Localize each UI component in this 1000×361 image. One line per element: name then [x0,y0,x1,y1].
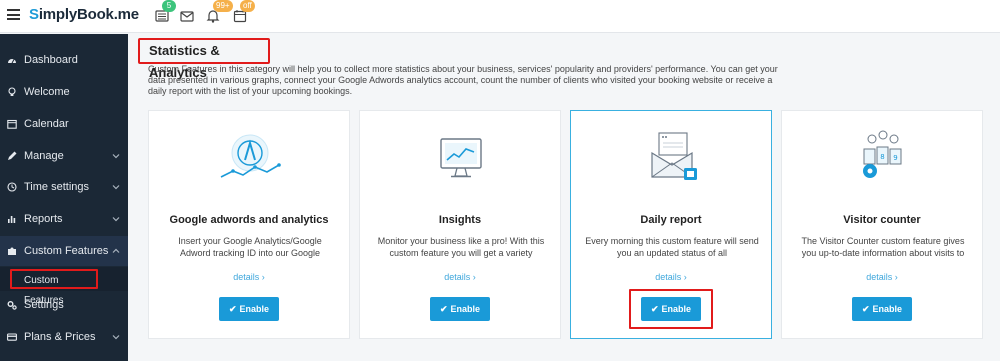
page-title: Statistics & Analytics [138,38,270,80]
svg-text:9: 9 [893,154,897,162]
gears-icon [7,300,17,310]
chevron-down-icon [112,333,120,341]
sidebar-item-dashboard[interactable]: Dashboard [0,45,128,75]
sidebar-item-label: Custom Features [24,245,109,257]
card-description: The Visitor Counter custom feature gives… [801,236,965,258]
details-link[interactable]: details › [571,272,771,282]
envelope-report-icon [637,129,707,187]
sidebar-item-plans-prices[interactable]: Plans & Prices [0,322,128,352]
svg-text:8: 8 [880,153,884,161]
feature-card-visitor-counter: 8 9 Visitor counter The Visitor Counter … [781,110,983,339]
visitor-counter-icon: 8 9 [848,129,918,187]
analytics-icon [215,129,285,187]
sidebar-item-custom-features[interactable]: Custom Features [0,236,128,266]
card-description: Every morning this custom feature will s… [585,236,759,258]
enable-button[interactable]: ✔ Enable [852,297,912,321]
sidebar-subitem-label[interactable]: Custom Features [10,269,98,306]
check-icon: ✔ [228,304,237,314]
puzzle-icon [7,246,17,256]
card-description: Insert your Google Analytics/Google Adwo… [178,236,322,258]
main-content: Statistics & Analytics Custom Features i… [128,34,1000,361]
calendar-icon [7,119,17,129]
card-title: Google adwords and analytics [169,214,329,226]
sidebar-item-reports[interactable]: Reports [0,204,128,234]
notification-badge: 99+ [213,0,233,12]
card-title: Daily report [640,214,702,226]
card-description: Monitor your business like a pro! With t… [377,236,545,258]
calendar-off-icon[interactable]: off [232,0,255,24]
sidebar-item-label: Manage [24,150,64,162]
intro-text: Custom Features in this category will he… [148,64,778,96]
feature-card-daily-report: Daily report Every morning this custom f… [570,110,772,339]
chevron-down-icon [112,152,120,160]
sidebar-item-settings[interactable]: Settings [0,290,128,320]
chevron-up-icon [112,247,120,255]
enable-button[interactable]: ✔ Enable [641,297,701,321]
bell-icon[interactable]: 99+ [205,0,233,24]
feature-card-insights: Insights Monitor your business like a pr… [359,110,561,339]
sidebar-item-label: Dashboard [24,54,78,66]
sidebar-item-manage[interactable]: Manage [0,141,128,171]
monitor-chart-icon [426,129,496,187]
sidebar-item-label: Calendar [24,118,69,130]
sidebar-item-time-settings[interactable]: Time settings [0,172,128,202]
sidebar: Dashboard Welcome Calendar Manage Time s… [0,34,128,361]
mail-icon[interactable] [179,8,195,24]
logo[interactable]: SimplyBook.me [29,6,139,23]
details-link[interactable]: details › [782,272,982,282]
bar-chart-icon [7,214,17,224]
chevron-down-icon [112,183,120,191]
sidebar-item-label: Time settings [24,181,90,193]
details-link[interactable]: details › [360,272,560,282]
chevron-down-icon [112,215,120,223]
details-link[interactable]: details › [149,272,349,282]
sidebar-item-label: Plans & Prices [24,331,96,343]
sidebar-item-label: Reports [24,213,63,225]
card-title: Visitor counter [843,214,921,226]
sidebar-item-calendar[interactable]: Calendar [0,109,128,139]
sidebar-subitem-custom-features: Custom Features [0,267,128,306]
menu-icon[interactable] [7,9,20,20]
notification-badge: 5 [162,0,176,12]
check-icon: ✔ [861,304,870,314]
check-icon: ✔ [439,304,448,314]
list-icon[interactable]: 5 [154,0,176,24]
sidebar-item-label: Welcome [24,86,70,98]
sidebar-item-label: Settings [24,299,64,311]
dashboard-icon [7,55,17,65]
card-icon [7,332,17,342]
status-badge: off [240,0,255,12]
card-title: Insights [438,214,482,226]
lightbulb-icon [7,87,17,97]
clock-icon [7,182,17,192]
check-icon: ✔ [650,304,659,314]
enable-button[interactable]: ✔ Enable [430,297,490,321]
top-bar: SimplyBook.me 5 99+ off [0,0,1000,33]
feature-card-google-adwords: Google adwords and analytics Insert your… [148,110,350,339]
sidebar-item-welcome[interactable]: Welcome [0,77,128,107]
pencil-icon [7,151,17,161]
enable-button[interactable]: ✔ Enable [219,297,279,321]
